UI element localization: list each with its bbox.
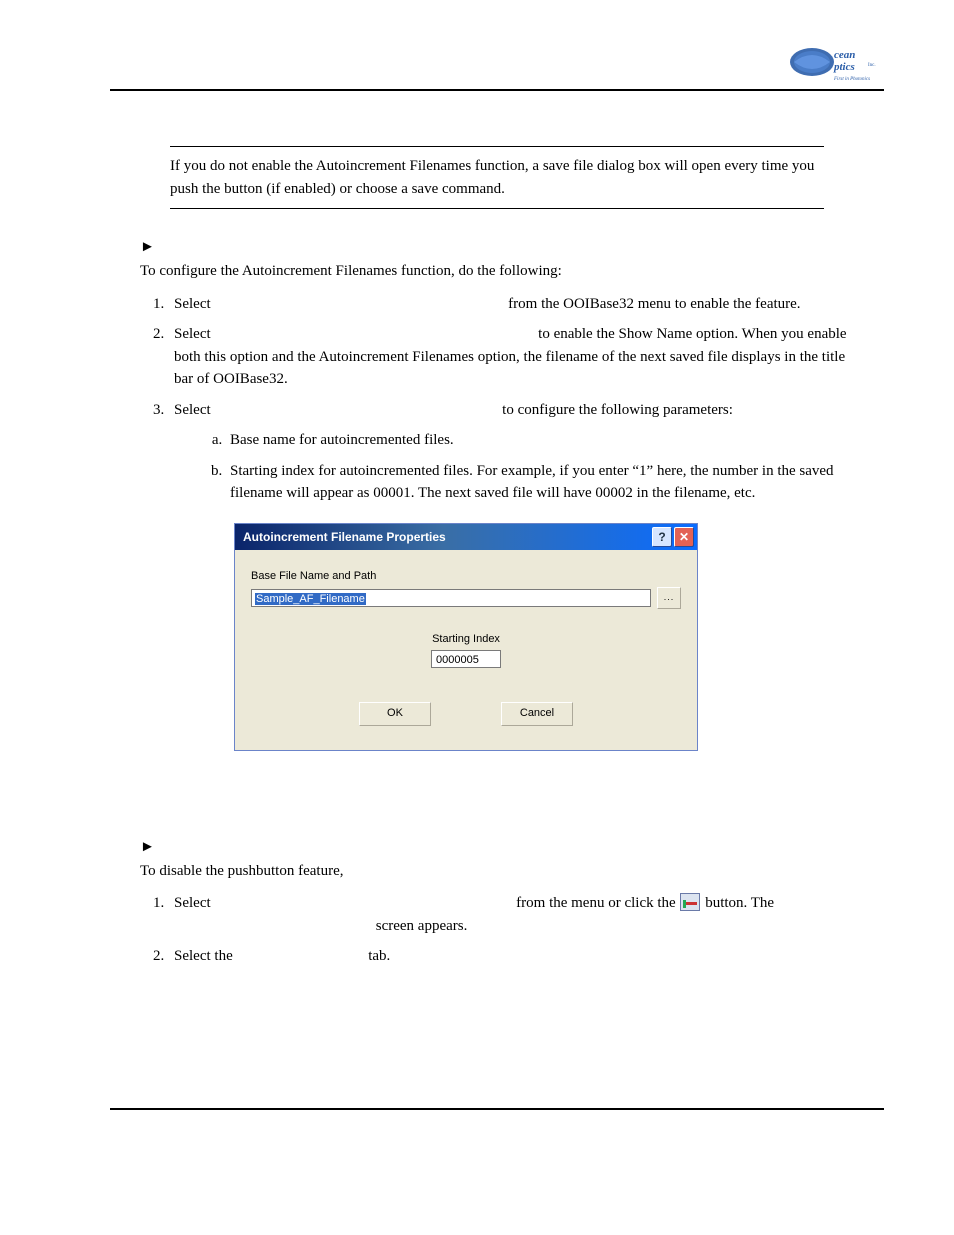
ok-button[interactable]: OK (359, 702, 431, 726)
procedure1-list: Select from the OOIBase32 menu to enable… (140, 293, 854, 751)
svg-text:ptics: ptics (833, 61, 855, 73)
svg-text:cean: cean (834, 49, 855, 61)
step-3: Select to configure the following parame… (168, 399, 854, 751)
svg-text:Inc.: Inc. (868, 63, 876, 68)
close-icon[interactable]: ✕ (674, 527, 694, 547)
chart-icon[interactable] (680, 893, 700, 911)
procedure-marker: ► (140, 239, 884, 256)
step-3-sublist: Base name for autoincremented files. Sta… (198, 429, 854, 505)
cancel-button[interactable]: Cancel (501, 702, 573, 726)
step-3b: Starting index for autoincremented files… (226, 460, 854, 505)
header-rule (110, 89, 884, 91)
procedure2-marker: ► (140, 839, 884, 856)
dialog-titlebar: Autoincrement Filename Properties ? ✕ (235, 524, 697, 550)
step-2: Select to enable the Show Name option. W… (168, 323, 854, 391)
p2-step-1: Select from the menu or click the button… (168, 892, 854, 937)
procedure2-intro: To disable the pushbutton feature, (140, 860, 884, 883)
ocean-optics-logo: cean ptics Inc. First in Photonics (784, 40, 884, 85)
starting-index-input[interactable]: 0000005 (431, 650, 501, 668)
base-path-input[interactable]: Sample_AF_Filename (251, 589, 651, 607)
note-box: If you do not enable the Autoincrement F… (170, 146, 824, 209)
help-icon[interactable]: ? (652, 527, 672, 547)
base-path-label: Base File Name and Path (251, 568, 681, 585)
step-3a: Base name for autoincremented files. (226, 429, 854, 452)
starting-index-label: Starting Index (251, 631, 681, 648)
p2-step-2: Select the tab. (168, 945, 854, 968)
step-1: Select from the OOIBase32 menu to enable… (168, 293, 854, 316)
footer-rule (110, 1108, 884, 1110)
note-text: If you do not enable the Autoincrement F… (170, 155, 824, 200)
svg-text:First in Photonics: First in Photonics (833, 77, 870, 82)
procedure2-list: Select from the menu or click the button… (140, 892, 854, 968)
dialog-title: Autoincrement Filename Properties (243, 528, 650, 546)
autoincrement-dialog: Autoincrement Filename Properties ? ✕ Ba… (234, 523, 698, 751)
procedure1-intro: To configure the Autoincrement Filenames… (140, 260, 884, 283)
browse-button[interactable]: ... (657, 587, 681, 609)
